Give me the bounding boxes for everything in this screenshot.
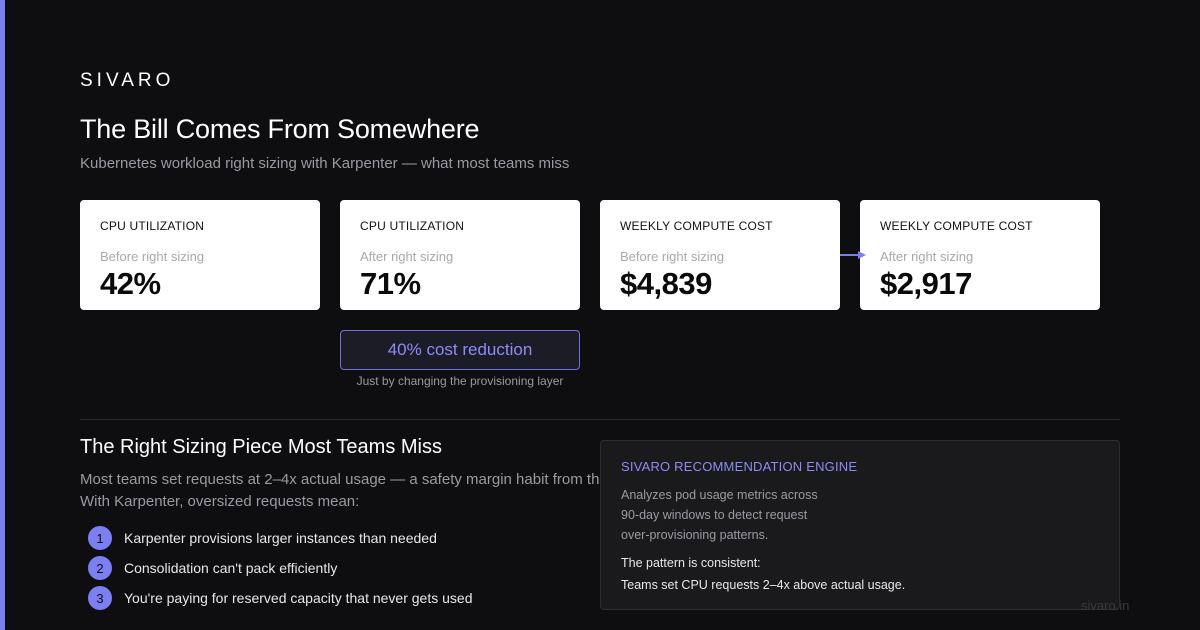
bullet-text: You're paying for reserved capacity that… (124, 590, 473, 606)
metric-label: CPU UTILIZATION (100, 219, 205, 233)
footer-url: sivaro.in (1081, 598, 1130, 613)
section-body: Most teams set requests at 2–4x actual u… (80, 469, 680, 513)
engine-pattern: Teams set CPU requests 2–4x above actual… (621, 578, 906, 592)
list-item: 2 Consolidation can't pack efficiently (88, 556, 337, 580)
cost-reduction-badge: 40% cost reduction (340, 330, 580, 370)
metric-sub: After right sizing (360, 249, 454, 264)
engine-description-line: 90-day windows to detect request (621, 508, 808, 522)
metric-card-cpu-after: CPU UTILIZATION After right sizing 71% (340, 200, 580, 310)
metric-sub: Before right sizing (100, 249, 205, 264)
metric-value: 42% (100, 266, 161, 301)
metric-label: WEEKLY COMPUTE COST (880, 219, 1033, 233)
engine-pattern-label: The pattern is consistent: (621, 556, 761, 570)
engine-description-line: Analyzes pod usage metrics across (621, 488, 818, 502)
accent-bar (0, 0, 5, 630)
metric-value: $4,839 (620, 266, 712, 301)
bullet-text: Consolidation can't pack efficiently (124, 560, 338, 576)
section-divider (80, 419, 1120, 420)
section-body-line: Most teams set requests at 2–4x actual u… (80, 471, 600, 488)
page-title: The Bill Comes From Somewhere (80, 114, 480, 144)
list-item: 3 You're paying for reserved capacity th… (88, 586, 472, 610)
metric-label: WEEKLY COMPUTE COST (620, 219, 773, 233)
metric-sub: After right sizing (880, 249, 974, 264)
metric-card-cost-before: WEEKLY COMPUTE COST Before right sizing … (600, 200, 840, 310)
slide: SIVARO The Bill Comes From Somewhere Kub… (0, 0, 1200, 630)
metric-card-cost-after: WEEKLY COMPUTE COST After right sizing $… (860, 200, 1100, 310)
metric-card-cpu-before: CPU UTILIZATION Before right sizing 42% (80, 200, 320, 310)
bullet-number: 3 (88, 586, 112, 610)
bullet-number: 1 (88, 526, 112, 550)
list-item: 1 Karpenter provisions larger instances … (88, 526, 437, 550)
metric-sub: Before right sizing (620, 249, 725, 264)
section-title: The Right Sizing Piece Most Teams Miss (80, 436, 442, 458)
metric-label: CPU UTILIZATION (360, 219, 465, 233)
metric-value: $2,917 (880, 266, 972, 301)
page-subtitle: Kubernetes workload right sizing with Ka… (80, 155, 570, 172)
cost-reduction-note: Just by changing the provisioning layer (356, 374, 564, 388)
bullet-text: Karpenter provisions larger instances th… (124, 530, 437, 546)
engine-description-line: over-provisioning patterns. (621, 528, 769, 542)
bullet-number: 2 (88, 556, 112, 580)
brand-logo: SIVARO (80, 70, 175, 91)
recommendation-engine-panel: SIVARO RECOMMENDATION ENGINE Analyzes po… (600, 440, 1120, 610)
engine-description: Analyzes pod usage metrics across 90-day… (621, 485, 818, 545)
metric-value: 71% (360, 266, 421, 301)
arrow-right-icon (840, 251, 866, 259)
section-body-line: With Karpenter, oversized requests mean: (80, 493, 360, 510)
engine-title: SIVARO RECOMMENDATION ENGINE (621, 459, 858, 474)
